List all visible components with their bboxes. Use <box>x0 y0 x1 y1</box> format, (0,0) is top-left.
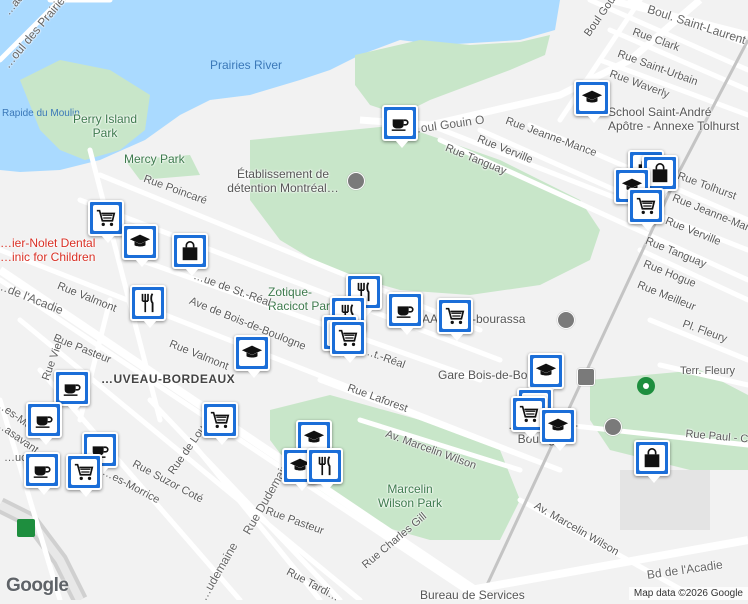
shopping-cart-marker[interactable] <box>330 320 366 363</box>
cafe-icon <box>387 110 413 136</box>
cafe-marker[interactable] <box>24 452 60 495</box>
restaurant-icon <box>135 290 161 316</box>
street-label: Terr. Fleury <box>680 365 736 377</box>
school-label: School Saint-André Apôtre - Annexe Tolhu… <box>608 105 740 133</box>
college-icon-2 <box>604 418 622 436</box>
school-marker[interactable] <box>234 335 270 378</box>
rapids-label: Rapide du Moulin <box>2 108 80 119</box>
shopping-cart-marker[interactable] <box>66 454 102 497</box>
building-block <box>620 470 710 530</box>
school-marker[interactable] <box>122 224 158 267</box>
district-label: …UVEAU-BORDEAUX <box>101 372 236 386</box>
mercy-park-label: Mercy Park <box>124 152 185 166</box>
cafe-marker[interactable] <box>387 292 423 335</box>
shopping-bag-icon <box>639 445 665 471</box>
shopping-cart-marker[interactable] <box>202 402 238 445</box>
shopping-cart-icon <box>335 325 361 351</box>
train-station-icon <box>577 368 595 386</box>
shopping-cart-icon <box>93 205 119 231</box>
shopping-bag-marker[interactable] <box>634 440 670 483</box>
shopping-bag-icon <box>177 238 203 264</box>
school-icon <box>533 358 559 384</box>
cafe-icon <box>31 407 57 433</box>
school-marker[interactable] <box>528 353 564 396</box>
school-icon <box>545 413 571 439</box>
restaurant-marker[interactable] <box>307 448 343 491</box>
prison-label: Établissement de détention Montréal… <box>227 167 339 195</box>
marcelin-park-label: Marcelin Wilson Park <box>377 482 442 510</box>
cafe-icon <box>392 297 418 323</box>
shopping-cart-icon <box>71 459 97 485</box>
shopping-cart-icon <box>207 407 233 433</box>
cafe-marker[interactable] <box>26 402 62 445</box>
cafe-icon <box>59 375 85 401</box>
shopping-bag-icon <box>647 160 673 186</box>
school-marker[interactable] <box>574 80 610 123</box>
shopping-cart-marker[interactable] <box>88 200 124 243</box>
highway-shield <box>17 519 35 537</box>
school-marker[interactable] <box>540 408 576 451</box>
college-icon <box>557 311 575 329</box>
shopping-cart-icon <box>442 303 468 329</box>
restaurant-icon <box>312 453 338 479</box>
school-icon <box>579 85 605 111</box>
cafe-icon <box>29 457 55 483</box>
dental-clinic-label: …ier-Nolet Dental …inic for Children <box>0 236 96 264</box>
landmark-icon <box>347 172 365 190</box>
map-attribution: Map data ©2026 Google <box>628 587 748 600</box>
shopping-cart-marker[interactable] <box>437 298 473 341</box>
shopping-bag-marker[interactable] <box>172 233 208 276</box>
shopping-cart-marker[interactable] <box>628 188 664 231</box>
cafe-marker[interactable] <box>382 105 418 148</box>
school-icon <box>127 229 153 255</box>
perry-park-label: Perry Island Park <box>72 112 138 140</box>
river-label: Prairies River <box>210 58 283 72</box>
restaurant-marker[interactable] <box>130 285 166 328</box>
shopping-cart-icon <box>633 193 659 219</box>
school-icon <box>239 340 265 366</box>
google-logo: Google <box>6 575 69 596</box>
shopping-cart-icon <box>516 401 542 427</box>
cafe-marker[interactable] <box>54 370 90 413</box>
